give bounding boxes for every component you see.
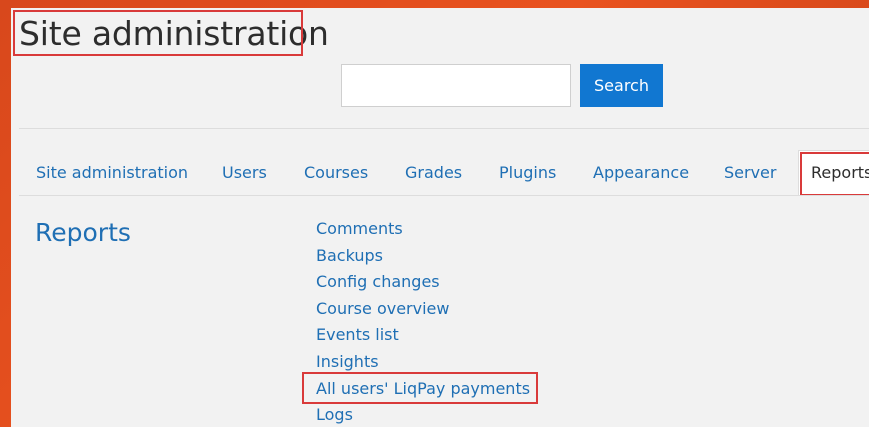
header-divider [19, 128, 869, 129]
report-link-course-overview[interactable]: Course overview [316, 296, 530, 323]
report-link-logs[interactable]: Logs [316, 402, 530, 427]
search-input[interactable] [341, 64, 571, 107]
report-link-backups[interactable]: Backups [316, 243, 530, 270]
tab-plugins[interactable]: Plugins [499, 158, 556, 188]
report-link-config-changes[interactable]: Config changes [316, 269, 530, 296]
tab-courses[interactable]: Courses [304, 158, 368, 188]
report-link-events-list[interactable]: Events list [316, 322, 530, 349]
tabs-underline [19, 195, 869, 196]
section-heading: Reports [35, 218, 131, 247]
report-link-liqpay-payments[interactable]: All users' LiqPay payments [316, 376, 530, 403]
tab-reports[interactable]: Reports [798, 150, 869, 196]
report-link-insights[interactable]: Insights [316, 349, 530, 376]
page-title: Site administration [19, 14, 329, 53]
tab-server[interactable]: Server [724, 158, 776, 188]
report-link-comments[interactable]: Comments [316, 216, 530, 243]
search-button[interactable]: Search [580, 64, 663, 107]
reports-link-list: Comments Backups Config changes Course o… [316, 216, 530, 427]
admin-panel: Site administration Search Site administ… [11, 8, 869, 427]
tab-appearance[interactable]: Appearance [593, 158, 689, 188]
tab-site-administration[interactable]: Site administration [36, 158, 188, 188]
tab-grades[interactable]: Grades [405, 158, 462, 188]
tab-users[interactable]: Users [222, 158, 267, 188]
